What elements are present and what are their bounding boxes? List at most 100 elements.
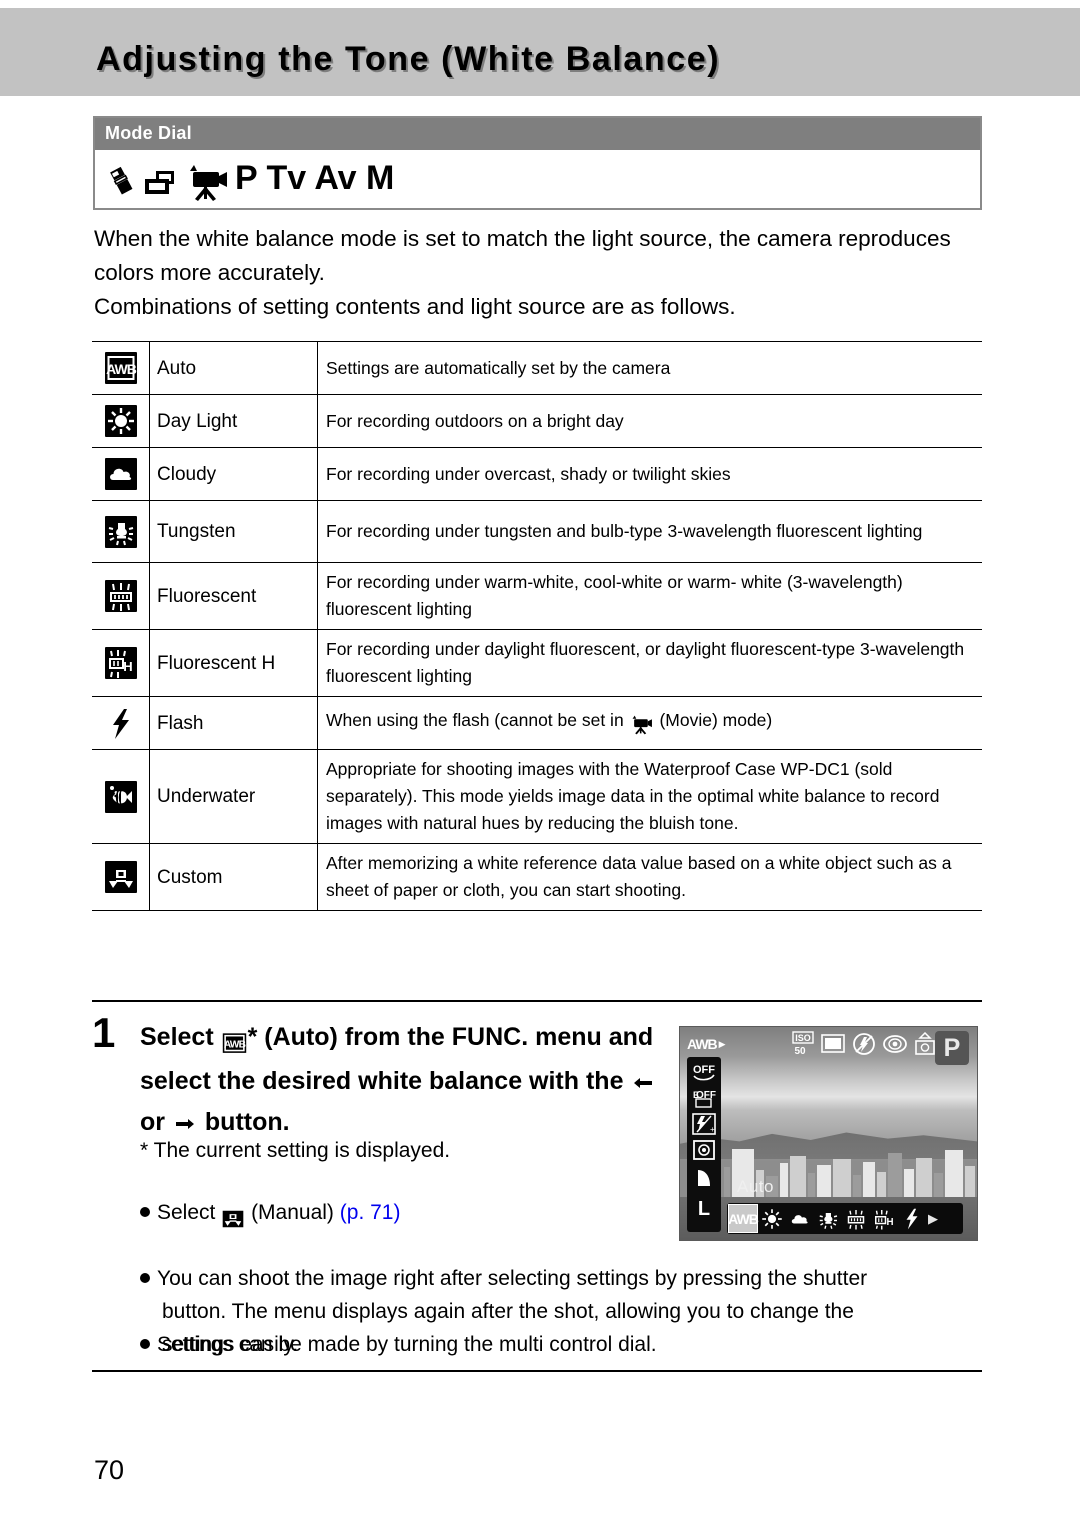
- svg-text:50: 50: [794, 1046, 806, 1057]
- table-cell-desc: After memorizing a white reference data …: [317, 843, 982, 911]
- cloudy-icon: [104, 458, 137, 490]
- mode-dial-icon-row: P Tv Av M: [107, 156, 395, 201]
- svg-text:H: H: [886, 1217, 893, 1228]
- intro-line-1: When the white balance mode is set to ma…: [94, 226, 951, 285]
- lcd-wb-name: Auto: [737, 1177, 774, 1196]
- table-cell-desc: Appropriate for shooting images with the…: [317, 749, 982, 844]
- bullet-dot-icon: [140, 1339, 150, 1349]
- table-row: AWB Auto Settings are automatically set …: [92, 341, 982, 395]
- table-cell-icon: H: [92, 629, 150, 697]
- camera-lcd-screenshot: AWB ▶ OFF E OFF + L ISO 50 P Auto AWB H …: [679, 1026, 978, 1241]
- table-cell-desc: For recording under overcast, shady or t…: [317, 447, 982, 501]
- flash-icon: [105, 707, 137, 739]
- table-cell-name: Fluorescent H: [149, 629, 318, 697]
- step-bullet-1: Select (Manual) (p. 71): [140, 1196, 680, 1235]
- table-cell-icon: [92, 500, 150, 563]
- my-colors-off-icon[interactable]: OFF: [687, 1059, 721, 1084]
- lcd-wb-indicator: AWB ▶: [687, 1036, 726, 1052]
- intro-paragraph: When the white balance mode is set to ma…: [94, 222, 984, 324]
- lcd-menu-item-cloudy[interactable]: [786, 1204, 814, 1233]
- custom-icon: [221, 1202, 245, 1235]
- svg-text:H: H: [123, 659, 132, 674]
- mode-dial-body: P Tv Av M: [95, 150, 980, 208]
- exposure-bracket-off-icon[interactable]: E OFF: [687, 1085, 721, 1110]
- lcd-menu-item-fluorescent-h[interactable]: H: [870, 1204, 898, 1233]
- table-cell-icon: [92, 562, 150, 630]
- table-row: Underwater Appropriate for shooting imag…: [92, 749, 982, 844]
- table-cell-name: Auto: [149, 341, 318, 395]
- page-reference-link[interactable]: (p. 71): [340, 1201, 401, 1224]
- red-eye-icon: [883, 1033, 907, 1060]
- table-cell-icon: [92, 749, 150, 844]
- svg-text:AWB: AWB: [106, 361, 137, 377]
- lcd-wb-indicator-label: AWB: [687, 1036, 718, 1052]
- table-row: Tungsten For recording under tungsten an…: [92, 500, 982, 563]
- table-cell-desc: Settings are automatically set by the ca…: [317, 341, 982, 395]
- bullet-dot-icon: [140, 1273, 150, 1283]
- compression-icon[interactable]: [687, 1165, 721, 1190]
- tungsten-icon: [104, 515, 137, 548]
- stitch-assist-icon: [107, 162, 137, 195]
- lcd-wb-menu-bar[interactable]: AWB H ▶: [727, 1203, 963, 1234]
- step-heading-part-a: Select: [140, 1023, 214, 1051]
- iso-50-icon: ISO 50: [792, 1031, 814, 1062]
- metering-icon[interactable]: [687, 1137, 721, 1162]
- svg-text:AWB: AWB: [223, 1039, 245, 1050]
- next-arrow-icon[interactable]: ▶: [928, 1211, 938, 1227]
- table-cell-name: Flash: [149, 696, 318, 750]
- lcd-menu-item-tungsten[interactable]: [814, 1204, 842, 1233]
- underwater-icon: [104, 780, 137, 813]
- movie-icon: [629, 713, 655, 740]
- page-number: 70: [94, 1455, 125, 1485]
- frame-icon: [821, 1033, 845, 1060]
- table-cell-icon: [92, 447, 150, 501]
- bullet-1-part-b: (Manual): [251, 1201, 334, 1224]
- svg-text:OFF: OFF: [693, 1064, 715, 1076]
- step-footnote: * The current setting is displayed.: [140, 1139, 451, 1162]
- table-cell-name: Fluorescent: [149, 562, 318, 630]
- table-cell-icon: [92, 843, 150, 911]
- custom-icon: [104, 861, 137, 893]
- step-number: 1: [92, 1009, 116, 1056]
- lcd-top-status-icons: ISO 50: [792, 1031, 936, 1062]
- lcd-mode-badge: P: [935, 1031, 969, 1065]
- movie-icon: [185, 162, 231, 201]
- flash-desc-after: (Movie) mode): [659, 709, 773, 730]
- resolution-l-icon[interactable]: L: [687, 1197, 721, 1222]
- fluorescent-h-icon: H: [104, 647, 137, 679]
- table-cell-name: Custom: [149, 843, 318, 911]
- table-cell-icon: [92, 696, 150, 750]
- table-cell-desc: When using the flash (cannot be set in (…: [317, 696, 982, 750]
- flash-off-icon: [852, 1032, 876, 1061]
- step-heading-part-b: * (Auto) from the FUNC. menu and select …: [140, 1023, 654, 1095]
- step-bullet-3: Settings can be made by turning the mult…: [140, 1328, 922, 1361]
- bullet-1-part-a: Select: [157, 1201, 216, 1224]
- awb-icon: AWB: [104, 352, 137, 384]
- lcd-menu-item-awb[interactable]: AWB: [728, 1204, 759, 1233]
- lcd-cityscape: [680, 1142, 977, 1198]
- divider-above-step: [92, 1000, 982, 1002]
- table-row: Day Light For recording outdoors on a br…: [92, 394, 982, 448]
- svg-text:+: +: [710, 1125, 715, 1134]
- lcd-left-function-bar: OFF E OFF + L: [687, 1057, 721, 1232]
- table-cell-desc: For recording under warm-white, cool-whi…: [317, 562, 982, 630]
- flash-exposure-icon[interactable]: +: [687, 1111, 721, 1136]
- table-row: Fluorescent For recording under warm-whi…: [92, 562, 982, 630]
- lcd-menu-item-flash[interactable]: [898, 1204, 926, 1233]
- lcd-menu-item-fluorescent[interactable]: [842, 1204, 870, 1233]
- fluorescent-icon: [104, 580, 137, 612]
- white-balance-table: AWB Auto Settings are automatically set …: [92, 341, 982, 911]
- table-cell-icon: [92, 394, 150, 448]
- table-cell-desc: For recording outdoors on a bright day: [317, 394, 982, 448]
- flash-desc-before: When using the flash (cannot be set in: [326, 709, 624, 730]
- table-row: Custom After memorizing a white referenc…: [92, 843, 982, 911]
- digital-macro-icon: [141, 162, 181, 194]
- table-cell-name: Underwater: [149, 749, 318, 844]
- awb-icon: AWB: [221, 1024, 248, 1062]
- intro-line-2: Combinations of setting contents and lig…: [94, 294, 736, 319]
- mode-dial-header-label: Mode Dial: [95, 118, 980, 150]
- mode-dial-modes: P Tv Av M: [235, 159, 395, 197]
- lcd-menu-item-day-light[interactable]: [758, 1204, 786, 1233]
- table-cell-desc: For recording under tungsten and bulb-ty…: [317, 500, 982, 563]
- resolution-l-label: L: [697, 1198, 711, 1220]
